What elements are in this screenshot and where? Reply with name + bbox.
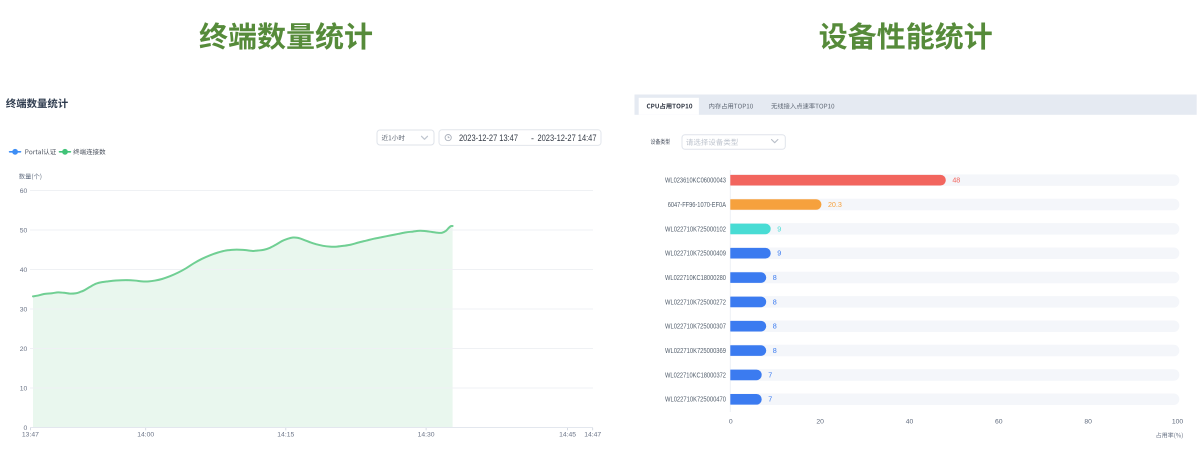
svg-text:WL022710K725000307: WL022710K725000307 xyxy=(665,322,726,331)
svg-text:20: 20 xyxy=(816,419,824,426)
svg-text:8: 8 xyxy=(773,297,777,306)
svg-text:WL022710K725000470: WL022710K725000470 xyxy=(665,395,726,404)
svg-text:2023-12-27 14:47: 2023-12-27 14:47 xyxy=(538,133,597,143)
svg-text:WL022710K725000272: WL022710K725000272 xyxy=(665,297,726,306)
svg-text:8: 8 xyxy=(773,322,777,331)
svg-text:50: 50 xyxy=(20,227,28,234)
svg-text:WL022710K725000102: WL022710K725000102 xyxy=(665,224,726,233)
svg-text:100: 100 xyxy=(1172,419,1184,426)
svg-text:8: 8 xyxy=(773,273,777,282)
svg-text:14:00: 14:00 xyxy=(137,432,154,439)
svg-text:80: 80 xyxy=(1084,419,1092,426)
svg-text:WL022710KC18000372: WL022710KC18000372 xyxy=(665,370,726,379)
svg-text:60: 60 xyxy=(995,419,1003,426)
svg-text:WL022710KC18000280: WL022710KC18000280 xyxy=(665,273,726,282)
svg-text:2023-12-27 13:47: 2023-12-27 13:47 xyxy=(459,133,518,143)
svg-text:30: 30 xyxy=(20,306,28,313)
svg-text:14:45: 14:45 xyxy=(559,432,576,439)
svg-text:20.3: 20.3 xyxy=(828,200,842,209)
svg-text:9: 9 xyxy=(777,224,781,233)
svg-text:-: - xyxy=(531,134,534,144)
svg-text:14:47: 14:47 xyxy=(584,432,601,439)
svg-text:WL022710K725000409: WL022710K725000409 xyxy=(665,249,726,258)
svg-text:40: 40 xyxy=(20,267,28,274)
svg-text:WL023610KC06000043: WL023610KC06000043 xyxy=(665,176,726,185)
svg-text:14:30: 14:30 xyxy=(418,432,435,439)
svg-text:14:15: 14:15 xyxy=(277,432,294,439)
svg-text:WL022710K725000369: WL022710K725000369 xyxy=(665,346,726,355)
svg-text:6047-FF96-1070-EF0A: 6047-FF96-1070-EF0A xyxy=(668,200,726,209)
svg-text:48: 48 xyxy=(952,176,960,185)
svg-text:0: 0 xyxy=(729,419,733,426)
svg-text:7: 7 xyxy=(768,395,772,404)
svg-text:10: 10 xyxy=(20,385,28,392)
svg-text:8: 8 xyxy=(773,346,777,355)
svg-text:13:47: 13:47 xyxy=(22,432,39,439)
svg-text:20: 20 xyxy=(20,346,28,353)
svg-text:9: 9 xyxy=(777,249,781,258)
svg-text:7: 7 xyxy=(768,370,772,379)
svg-text:60: 60 xyxy=(20,188,28,195)
svg-text:40: 40 xyxy=(906,419,914,426)
